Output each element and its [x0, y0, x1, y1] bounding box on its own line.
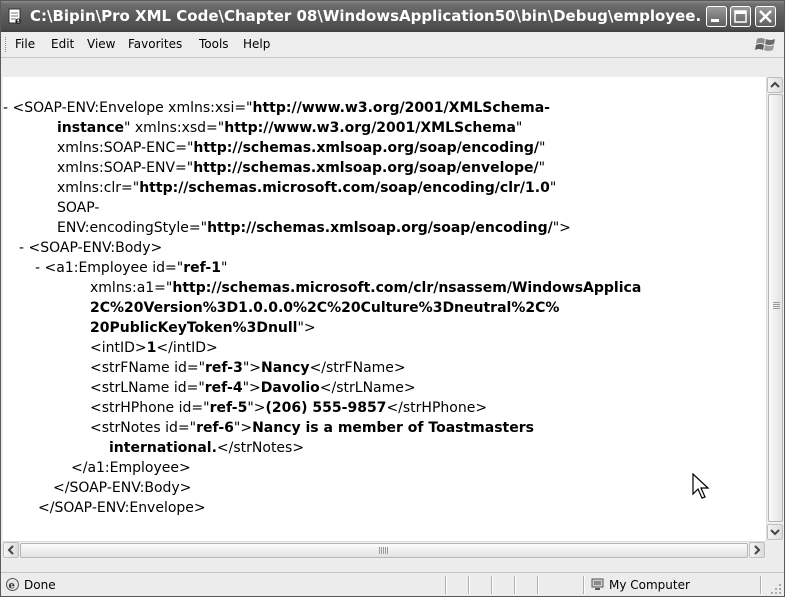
- xml-line: - <SOAP-ENV:Body>: [19, 240, 163, 256]
- scrollbar-corner: [766, 541, 783, 558]
- collapse-toggle[interactable]: -: [19, 240, 24, 256]
- menu-file[interactable]: File: [15, 37, 35, 51]
- menu-edit[interactable]: Edit: [51, 37, 74, 51]
- status-divider: [514, 576, 516, 594]
- security-zone: My Computer: [609, 578, 690, 592]
- windows-logo-icon: [755, 38, 775, 51]
- chevron-left-icon: [7, 545, 14, 555]
- thumb-grip: [379, 547, 388, 554]
- xml-line: instance" xmlns:xsd="http://www.w3.org/2…: [57, 120, 523, 136]
- status-divider: [583, 576, 585, 594]
- collapse-toggle[interactable]: -: [3, 100, 8, 116]
- xml-line: <strLName id="ref-4">Davolio</strLName>: [90, 380, 416, 396]
- xml-line: ENV:encodingStyle="http://schemas.xmlsoa…: [57, 220, 571, 236]
- status-text: Done: [24, 578, 56, 592]
- scroll-up-button[interactable]: [767, 77, 783, 93]
- horizontal-scrollbar[interactable]: [3, 541, 766, 559]
- chevron-right-icon: [754, 545, 761, 555]
- xml-line: </a1:Employee>: [71, 460, 191, 476]
- xml-line: <strFName id="ref-3">Nancy</strFName>: [90, 360, 406, 376]
- svg-text:e: e: [9, 581, 15, 592]
- xml-line: xmlns:SOAP-ENV="http://schemas.xmlsoap.o…: [57, 160, 546, 176]
- menu-favorites[interactable]: Favorites: [128, 37, 182, 51]
- xml-line: international.</strNotes>: [109, 440, 305, 456]
- xml-line: - <SOAP-ENV:Envelope xmlns:xsi="http://w…: [3, 100, 550, 116]
- xml-line: </SOAP-ENV:Body>: [53, 480, 192, 496]
- status-divider: [537, 576, 539, 594]
- xml-line: - <a1:Employee id="ref-1": [35, 260, 228, 276]
- horizontal-scroll-thumb[interactable]: [20, 543, 748, 558]
- menu-bar: File Edit View Favorites Tools Help: [1, 32, 784, 58]
- resize-grip-icon[interactable]: [770, 583, 782, 595]
- status-divider: [760, 576, 762, 594]
- xml-line: 2C%20Version%3D1.0.0.0%2C%20Culture%3Dne…: [90, 300, 560, 316]
- menu-help[interactable]: Help: [243, 37, 270, 51]
- ie-page-icon: e: [6, 578, 19, 592]
- close-icon: [759, 10, 772, 23]
- xml-line: xmlns:clr="http://schemas.microsoft.com/…: [57, 180, 557, 196]
- vertical-scrollbar[interactable]: [766, 77, 784, 541]
- xml-line: <strHPhone id="ref-5">(206) 555-9857</st…: [90, 400, 488, 416]
- title-bar[interactable]: e C:\Bipin\Pro XML Code\Chapter 08\Windo…: [1, 1, 784, 32]
- browser-window: e C:\Bipin\Pro XML Code\Chapter 08\Windo…: [0, 0, 785, 597]
- toolbar-grip[interactable]: [5, 37, 8, 52]
- scroll-right-button[interactable]: [749, 542, 765, 558]
- status-divider: [491, 576, 493, 594]
- window-title: C:\Bipin\Pro XML Code\Chapter 08\Windows…: [30, 7, 702, 25]
- xml-line: <intID>1</intID>: [90, 340, 218, 356]
- xml-line: </SOAP-ENV:Envelope>: [38, 500, 206, 516]
- status-bar: e Done My Computer: [1, 572, 784, 596]
- close-button[interactable]: [755, 6, 776, 27]
- xml-line: xmlns:SOAP-ENC="http://schemas.xmlsoap.o…: [57, 140, 546, 156]
- ie-document-icon: e: [8, 8, 21, 25]
- thumb-grip: [773, 302, 780, 310]
- collapse-toggle[interactable]: -: [35, 260, 40, 276]
- maximize-button[interactable]: [730, 6, 751, 27]
- xml-line: SOAP-: [57, 200, 100, 216]
- status-divider: [468, 576, 470, 594]
- scroll-left-button[interactable]: [3, 542, 19, 558]
- vertical-scroll-thumb[interactable]: [768, 94, 783, 522]
- minimize-icon: [711, 19, 719, 22]
- menu-view[interactable]: View: [87, 37, 115, 51]
- chevron-down-icon: [770, 529, 780, 536]
- mouse-pointer-icon: [692, 473, 710, 499]
- xml-line: xmlns:a1="http://schemas.microsoft.com/c…: [90, 280, 642, 296]
- my-computer-icon: [591, 578, 604, 590]
- menu-tools[interactable]: Tools: [199, 37, 229, 51]
- xml-line: 20PublicKeyToken%3Dnull">: [90, 320, 316, 336]
- xml-viewer[interactable]: - <SOAP-ENV:Envelope xmlns:xsi="http://w…: [3, 77, 766, 541]
- status-divider: [445, 576, 447, 594]
- maximize-icon: [734, 10, 747, 23]
- minimize-button[interactable]: [706, 6, 727, 27]
- svg-text:e: e: [15, 16, 21, 25]
- chevron-up-icon: [770, 81, 780, 88]
- xml-line: <strNotes id="ref-6">Nancy is a member o…: [90, 420, 534, 436]
- scroll-down-button[interactable]: [767, 524, 783, 540]
